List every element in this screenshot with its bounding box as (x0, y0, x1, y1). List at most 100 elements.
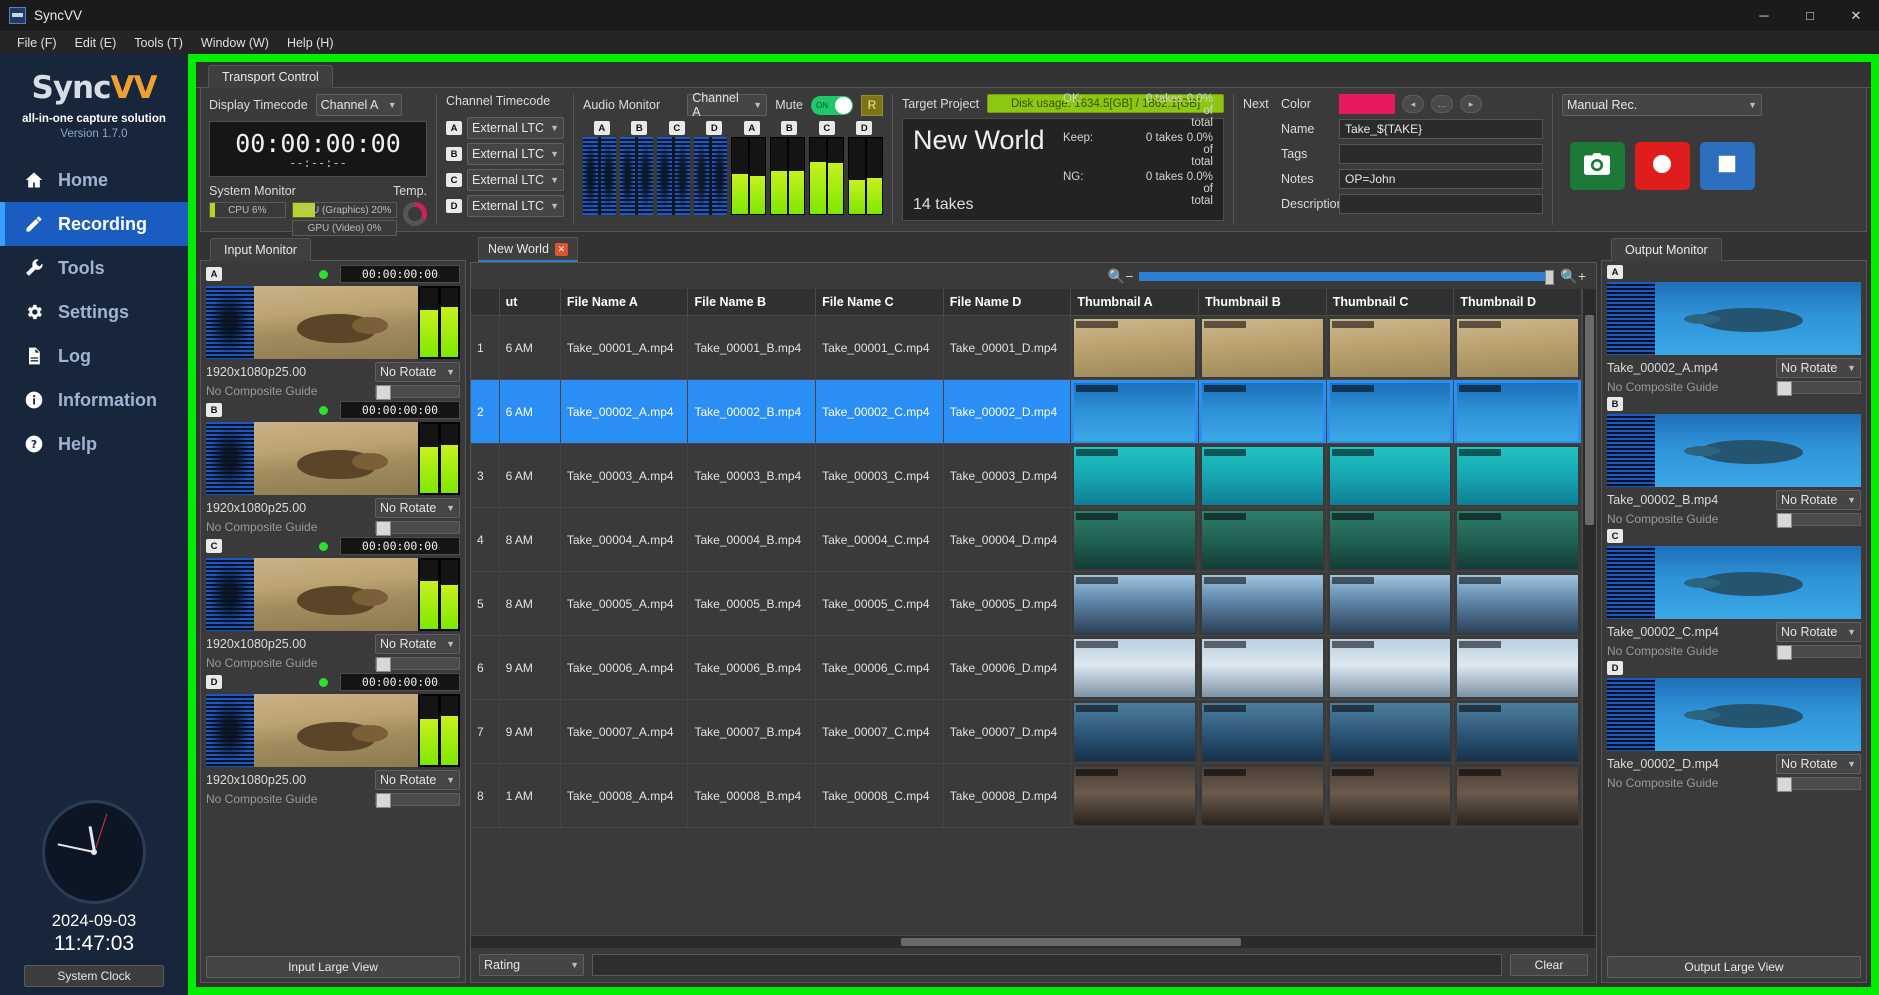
cell-thumbnail-b[interactable] (1198, 507, 1327, 572)
table-row[interactable]: 69 AM Take_00006_A.mp4 Take_00006_B.mp4 Tak… (471, 635, 1582, 700)
channel-c-timecode-select[interactable]: External LTC ▼ (467, 169, 564, 191)
menu-edit[interactable]: Edit (E) (66, 34, 126, 52)
sidebar-item-log[interactable]: Log (0, 334, 188, 378)
cell-thumbnail-c[interactable] (1326, 763, 1455, 828)
rotate-select[interactable]: No Rotate ▼ (375, 770, 460, 790)
table-row[interactable]: 58 AM Take_00005_A.mp4 Take_00005_B.mp4 Tak… (471, 571, 1582, 636)
tab-transport-control[interactable]: Transport Control (208, 65, 333, 88)
color-prev-button[interactable]: ◂ (1402, 95, 1424, 113)
cell-thumbnail-d[interactable] (1453, 315, 1582, 380)
cell-thumbnail-c[interactable] (1326, 635, 1455, 700)
clear-button[interactable]: Clear (1510, 954, 1588, 976)
cell-thumbnail-b[interactable] (1198, 699, 1327, 764)
color-next-button[interactable]: ▸ (1460, 95, 1482, 113)
cell-thumbnail-a[interactable] (1070, 763, 1200, 828)
rotate-select[interactable]: No Rotate ▼ (1776, 754, 1861, 774)
cell-thumbnail-c[interactable] (1326, 507, 1455, 572)
stop-button[interactable] (1699, 142, 1755, 190)
system-clock-button[interactable]: System Clock (24, 965, 164, 987)
cell-thumbnail-c[interactable] (1326, 443, 1455, 508)
next-name-input[interactable] (1339, 119, 1543, 139)
minimize-button[interactable]: ─ (1741, 0, 1787, 32)
tab-input-monitor[interactable]: Input Monitor (210, 238, 311, 261)
channel-a-timecode-select[interactable]: External LTC ▼ (467, 117, 564, 139)
display-timecode-channel-select[interactable]: Channel A ▼ (315, 94, 402, 116)
channel-b-timecode-select[interactable]: External LTC ▼ (467, 143, 564, 165)
thumbnail-zoom-slider[interactable] (1139, 269, 1555, 285)
cell-thumbnail-b[interactable] (1198, 443, 1327, 508)
guide-opacity-slider[interactable] (375, 520, 460, 536)
col-file-name-a[interactable]: File Name A (560, 289, 689, 316)
video-preview[interactable] (1655, 282, 1861, 355)
cell-thumbnail-d[interactable] (1453, 507, 1582, 572)
cell-thumbnail-d[interactable] (1453, 763, 1582, 828)
record-mode-select[interactable]: Manual Rec. ▼ (1562, 94, 1762, 116)
table-row[interactable]: 81 AM Take_00008_A.mp4 Take_00008_B.mp4 Tak… (471, 763, 1582, 828)
col-thumbnail-b[interactable]: Thumbnail B (1198, 289, 1327, 316)
guide-opacity-slider[interactable] (375, 656, 460, 672)
col-file-name-b[interactable]: File Name B (687, 289, 817, 316)
guide-opacity-slider[interactable] (1776, 380, 1861, 396)
channel-d-timecode-select[interactable]: External LTC ▼ (467, 195, 564, 217)
menu-window[interactable]: Window (W) (192, 34, 278, 52)
color-more-button[interactable]: … (1431, 95, 1453, 113)
cell-thumbnail-a[interactable] (1070, 635, 1200, 700)
zoom-in-icon[interactable]: 🔍+ (1560, 268, 1586, 285)
sidebar-item-home[interactable]: Home (0, 158, 188, 202)
mute-toggle[interactable]: ON (811, 95, 853, 115)
audio-r-button[interactable]: R (861, 94, 883, 116)
table-row[interactable]: 26 AM Take_00002_A.mp4 Take_00002_B.mp4 Tak… (471, 379, 1582, 444)
guide-opacity-slider[interactable] (375, 792, 460, 808)
video-preview[interactable] (254, 422, 418, 495)
table-row[interactable]: 79 AM Take_00007_A.mp4 Take_00007_B.mp4 Tak… (471, 699, 1582, 764)
cell-thumbnail-a[interactable] (1070, 507, 1200, 572)
cell-thumbnail-b[interactable] (1198, 379, 1327, 444)
col-file-name-c[interactable]: File Name C (815, 289, 944, 316)
input-large-view-button[interactable]: Input Large View (206, 956, 460, 978)
cell-thumbnail-d[interactable] (1453, 443, 1582, 508)
tab-new-world[interactable]: New World ✕ (478, 237, 578, 262)
snapshot-button[interactable] (1569, 142, 1625, 190)
cell-thumbnail-b[interactable] (1198, 315, 1327, 380)
record-button[interactable] (1634, 142, 1690, 190)
horizontal-scrollbar[interactable] (471, 935, 1596, 948)
cell-thumbnail-c[interactable] (1326, 315, 1455, 380)
sidebar-item-settings[interactable]: Settings (0, 290, 188, 334)
guide-opacity-slider[interactable] (1776, 644, 1861, 660)
menu-help[interactable]: Help (H) (278, 34, 343, 52)
rotate-select[interactable]: No Rotate ▼ (375, 634, 460, 654)
cell-thumbnail-c[interactable] (1326, 571, 1455, 636)
search-input[interactable] (592, 954, 1502, 976)
cell-thumbnail-c[interactable] (1326, 699, 1455, 764)
rating-filter-select[interactable]: Rating ▼ (479, 954, 584, 976)
rotate-select[interactable]: No Rotate ▼ (375, 498, 460, 518)
col-index[interactable] (471, 289, 500, 316)
zoom-out-icon[interactable]: 🔍− (1108, 268, 1134, 285)
video-preview[interactable] (1655, 678, 1861, 751)
cell-thumbnail-a[interactable] (1070, 571, 1200, 636)
cell-thumbnail-b[interactable] (1198, 763, 1327, 828)
col-file-name-d[interactable]: File Name D (943, 289, 1072, 316)
video-preview[interactable] (1655, 546, 1861, 619)
cell-thumbnail-a[interactable] (1070, 699, 1200, 764)
cell-thumbnail-a[interactable] (1070, 379, 1200, 444)
table-row[interactable]: 48 AM Take_00004_A.mp4 Take_00004_B.mp4 Tak… (471, 507, 1582, 572)
cell-thumbnail-c[interactable] (1326, 379, 1455, 444)
output-large-view-button[interactable]: Output Large View (1607, 956, 1861, 978)
rotate-select[interactable]: No Rotate ▼ (1776, 622, 1861, 642)
audio-channel-select[interactable]: Channel A ▼ (687, 91, 768, 119)
vertical-scrollbar[interactable] (1582, 289, 1596, 935)
col-thumbnail-a[interactable]: Thumbnail A (1070, 289, 1200, 316)
cell-thumbnail-d[interactable] (1453, 379, 1582, 444)
guide-opacity-slider[interactable] (375, 384, 460, 400)
rotate-select[interactable]: No Rotate ▼ (375, 362, 460, 382)
col-in-out[interactable]: ut (499, 289, 561, 316)
cell-thumbnail-d[interactable] (1453, 635, 1582, 700)
take-table-scroll[interactable]: ut File Name A File Name B File Name C F… (471, 289, 1582, 935)
video-preview[interactable] (1655, 414, 1861, 487)
menu-file[interactable]: File (F) (8, 34, 66, 52)
rotate-select[interactable]: No Rotate ▼ (1776, 358, 1861, 378)
cell-thumbnail-d[interactable] (1453, 699, 1582, 764)
rotate-select[interactable]: No Rotate ▼ (1776, 490, 1861, 510)
col-thumbnail-c[interactable]: Thumbnail C (1326, 289, 1455, 316)
